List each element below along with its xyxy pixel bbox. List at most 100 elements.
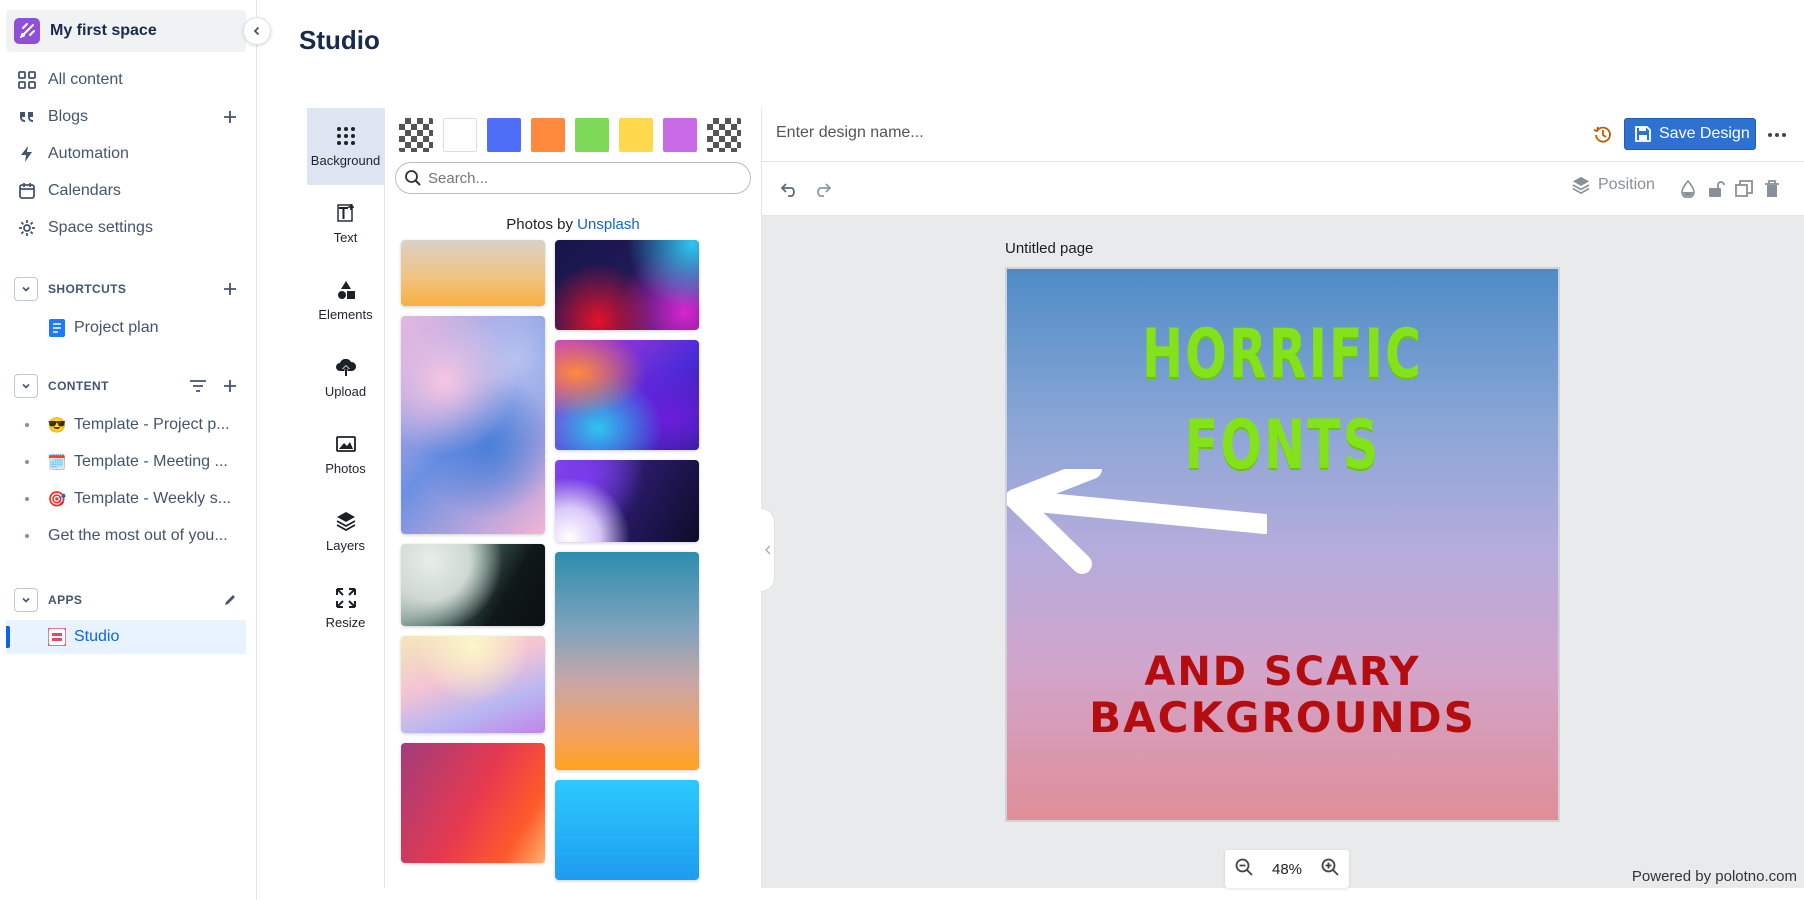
bullet-icon [25, 423, 29, 427]
nav-calendars[interactable]: Calendars [6, 173, 246, 209]
zoom-control: 48% [1225, 850, 1349, 888]
tool-label: Layers [325, 538, 366, 553]
background-photo[interactable] [401, 240, 545, 306]
add-shortcut-plus-icon[interactable] [220, 279, 240, 299]
space-name: My first space [50, 22, 157, 39]
history-icon[interactable] [1592, 124, 1614, 146]
duplicate-icon[interactable] [1732, 177, 1756, 201]
background-photo[interactable] [555, 340, 699, 450]
tool-label: Resize [325, 615, 366, 630]
tool-resize[interactable]: Resize [307, 570, 384, 647]
color-swatches [399, 118, 741, 152]
more-options-icon[interactable] [1766, 124, 1788, 146]
section-label: CONTENT [48, 379, 109, 393]
tool-text[interactable]: Text [307, 185, 384, 262]
nav-automation[interactable]: Automation [6, 136, 246, 172]
background-photo[interactable] [401, 636, 545, 733]
add-blog-plus-icon[interactable] [220, 107, 240, 127]
sidebar: My first space All content Blogs Automat… [0, 0, 271, 900]
search-field[interactable] [395, 162, 751, 194]
bullet-icon [25, 497, 29, 501]
panel-collapse-handle[interactable] [761, 508, 775, 592]
search-icon [405, 170, 421, 186]
background-photo[interactable] [401, 743, 545, 863]
nav-blogs[interactable]: Blogs [6, 99, 246, 135]
undo-icon[interactable] [778, 177, 802, 201]
color-picker-swatch[interactable] [707, 118, 741, 152]
content-item[interactable]: 😎 Template - Project p... [6, 408, 246, 442]
design-text-horrific[interactable]: HORRIFIC [1084, 315, 1481, 394]
shortcuts-section-header[interactable]: SHORTCUTS [6, 274, 246, 304]
save-design-button[interactable]: Save Design [1624, 118, 1756, 150]
design-page[interactable]: HORRIFIC FONTS AND SCARY BACKGROUNDS [1005, 267, 1560, 822]
space-logo-icon [14, 18, 40, 44]
document-icon [47, 318, 67, 338]
tree-label: Template - Weekly s... [74, 490, 232, 507]
color-swatch-purple[interactable] [663, 118, 697, 152]
tool-upload[interactable]: Upload [307, 339, 384, 416]
pencil-icon[interactable] [220, 590, 240, 610]
chevron-down-icon[interactable] [14, 374, 38, 398]
chevron-left-icon [764, 545, 770, 555]
tool-layers[interactable]: Layers [307, 493, 384, 570]
floppy-disk-icon [1635, 126, 1651, 142]
background-photo[interactable] [555, 240, 699, 330]
nav-label: Blogs [48, 108, 89, 125]
color-swatch-checker[interactable] [399, 118, 433, 152]
arrow-left-icon[interactable] [1007, 469, 1267, 579]
chevron-down-icon[interactable] [14, 277, 38, 301]
content-item[interactable]: Get the most out of you... [6, 519, 246, 553]
design-text-backgrounds[interactable]: BACKGROUNDS [1007, 695, 1558, 741]
redo-icon[interactable] [810, 177, 834, 201]
quote-icon [16, 106, 38, 128]
search-input[interactable] [428, 169, 728, 187]
tool-background[interactable]: Background [307, 108, 384, 185]
unsplash-link[interactable]: Unsplash [577, 216, 640, 233]
background-photo[interactable] [401, 316, 545, 534]
section-label: SHORTCUTS [48, 282, 127, 296]
tree-label: Template - Meeting ... [74, 453, 228, 470]
design-text-and-scary[interactable]: AND SCARY [1007, 649, 1558, 695]
active-indicator [6, 626, 10, 648]
shortcut-item-project-plan[interactable]: Project plan [6, 311, 246, 345]
nav-all-content[interactable]: All content [6, 62, 246, 98]
zoom-out-icon[interactable] [1235, 858, 1253, 880]
design-name-input[interactable] [776, 124, 1176, 142]
background-photo[interactable] [555, 552, 699, 770]
background-photo[interactable] [401, 544, 545, 626]
lightning-icon [16, 143, 38, 165]
app-item-studio[interactable]: Studio [6, 620, 246, 654]
opacity-icon[interactable] [1676, 177, 1700, 201]
color-swatch-green[interactable] [575, 118, 609, 152]
space-header[interactable]: My first space [6, 10, 246, 52]
trash-icon[interactable] [1760, 177, 1784, 201]
canvas-area: Untitled page HORRIFIC FONTS AND SCARY B… [762, 216, 1804, 888]
color-swatch-blue[interactable] [487, 118, 521, 152]
content-item[interactable]: 🗓️ Template - Meeting ... [6, 445, 246, 479]
color-swatch-orange[interactable] [531, 118, 565, 152]
apps-section-header[interactable]: APPS [6, 585, 246, 615]
content-item[interactable]: 🎯 Template - Weekly s... [6, 482, 246, 516]
tool-elements[interactable]: Elements [307, 262, 384, 339]
color-swatch-white[interactable] [443, 118, 477, 152]
position-button[interactable]: Position [1572, 176, 1655, 194]
background-photo[interactable] [555, 780, 699, 880]
background-photo[interactable] [555, 460, 699, 542]
nav-space-settings[interactable]: Space settings [6, 210, 246, 246]
workspace-topbar: Save Design [762, 108, 1804, 162]
tree-label: Template - Project p... [74, 416, 230, 433]
chevron-down-icon[interactable] [14, 588, 38, 612]
position-label: Position [1598, 176, 1655, 193]
gear-icon [16, 217, 38, 239]
color-swatch-yellow[interactable] [619, 118, 653, 152]
tree-label: Studio [74, 628, 120, 645]
add-content-plus-icon[interactable] [220, 376, 240, 396]
content-section-header[interactable]: CONTENT [6, 371, 246, 401]
filter-icon[interactable] [188, 376, 208, 396]
credits-prefix: Photos by [506, 216, 578, 233]
lock-icon[interactable] [1704, 177, 1728, 201]
tool-photos[interactable]: Photos [307, 416, 384, 493]
tree-label: Project plan [74, 319, 159, 336]
collapse-sidebar-button[interactable] [243, 17, 271, 45]
zoom-in-icon[interactable] [1321, 858, 1339, 880]
